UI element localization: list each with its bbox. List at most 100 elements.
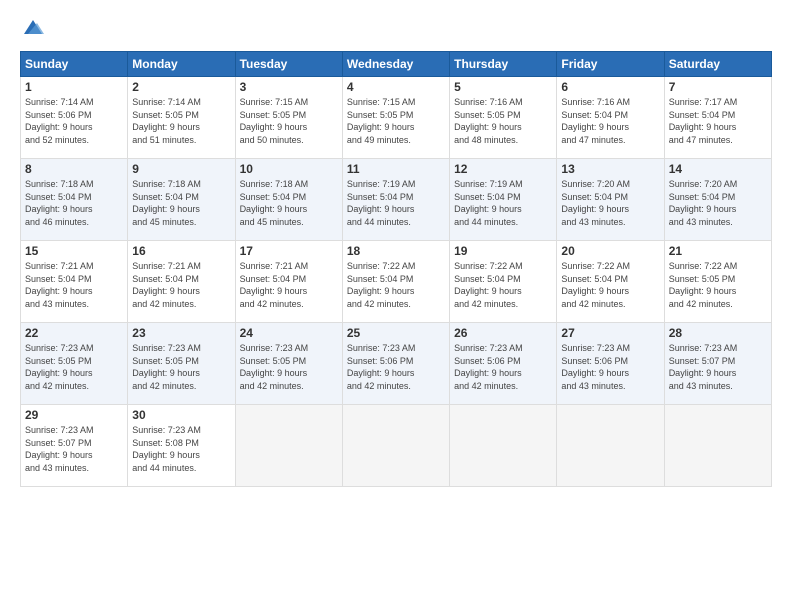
day-number: 13 bbox=[561, 162, 659, 176]
weekday-header-friday: Friday bbox=[557, 52, 664, 77]
weekday-header-wednesday: Wednesday bbox=[342, 52, 449, 77]
header bbox=[20, 16, 772, 43]
day-info: Sunrise: 7:22 AMSunset: 5:05 PMDaylight:… bbox=[669, 260, 767, 310]
calendar-cell: 11 Sunrise: 7:19 AMSunset: 5:04 PMDayligh… bbox=[342, 159, 449, 241]
day-info: Sunrise: 7:14 AMSunset: 5:05 PMDaylight:… bbox=[132, 96, 230, 146]
day-info: Sunrise: 7:23 AMSunset: 5:05 PMDaylight:… bbox=[240, 342, 338, 392]
day-number: 6 bbox=[561, 80, 659, 94]
day-info: Sunrise: 7:21 AMSunset: 5:04 PMDaylight:… bbox=[240, 260, 338, 310]
day-number: 12 bbox=[454, 162, 552, 176]
calendar-cell: 2 Sunrise: 7:14 AMSunset: 5:05 PMDaylight… bbox=[128, 77, 235, 159]
calendar-cell: 7 Sunrise: 7:17 AMSunset: 5:04 PMDaylight… bbox=[664, 77, 771, 159]
calendar-cell: 19 Sunrise: 7:22 AMSunset: 5:04 PMDayligh… bbox=[450, 241, 557, 323]
day-info: Sunrise: 7:23 AMSunset: 5:05 PMDaylight:… bbox=[132, 342, 230, 392]
day-number: 24 bbox=[240, 326, 338, 340]
week-row-5: 29 Sunrise: 7:23 AMSunset: 5:07 PMDayligh… bbox=[21, 405, 772, 487]
day-number: 10 bbox=[240, 162, 338, 176]
weekday-header-tuesday: Tuesday bbox=[235, 52, 342, 77]
day-info: Sunrise: 7:20 AMSunset: 5:04 PMDaylight:… bbox=[669, 178, 767, 228]
day-number: 30 bbox=[132, 408, 230, 422]
calendar-cell: 22 Sunrise: 7:23 AMSunset: 5:05 PMDayligh… bbox=[21, 323, 128, 405]
day-info: Sunrise: 7:22 AMSunset: 5:04 PMDaylight:… bbox=[347, 260, 445, 310]
calendar-cell: 20Sunrise: 7:22 AMSunset: 5:04 PMDayligh… bbox=[557, 241, 664, 323]
calendar-cell bbox=[342, 405, 449, 487]
day-number: 28 bbox=[669, 326, 767, 340]
day-info: Sunrise: 7:20 AMSunset: 5:04 PMDaylight:… bbox=[561, 178, 659, 228]
logo-icon bbox=[22, 16, 44, 38]
day-number: 20 bbox=[561, 244, 659, 258]
calendar-cell: 8 Sunrise: 7:18 AMSunset: 5:04 PMDaylight… bbox=[21, 159, 128, 241]
calendar-cell: 25Sunrise: 7:23 AMSunset: 5:06 PMDayligh… bbox=[342, 323, 449, 405]
week-row-2: 8 Sunrise: 7:18 AMSunset: 5:04 PMDaylight… bbox=[21, 159, 772, 241]
calendar-cell: 23 Sunrise: 7:23 AMSunset: 5:05 PMDayligh… bbox=[128, 323, 235, 405]
logo-text bbox=[20, 16, 44, 43]
day-info: Sunrise: 7:23 AMSunset: 5:07 PMDaylight:… bbox=[25, 424, 123, 474]
day-info: Sunrise: 7:22 AMSunset: 5:04 PMDaylight:… bbox=[454, 260, 552, 310]
day-number: 29 bbox=[25, 408, 123, 422]
calendar-cell: 14 Sunrise: 7:20 AMSunset: 5:04 PMDayligh… bbox=[664, 159, 771, 241]
day-info: Sunrise: 7:16 AMSunset: 5:05 PMDaylight:… bbox=[454, 96, 552, 146]
week-row-1: 1 Sunrise: 7:14 AMSunset: 5:06 PMDaylight… bbox=[21, 77, 772, 159]
day-number: 16 bbox=[132, 244, 230, 258]
day-number: 17 bbox=[240, 244, 338, 258]
calendar-cell: 5 Sunrise: 7:16 AMSunset: 5:05 PMDaylight… bbox=[450, 77, 557, 159]
calendar-cell: 10 Sunrise: 7:18 AMSunset: 5:04 PMDayligh… bbox=[235, 159, 342, 241]
day-number: 3 bbox=[240, 80, 338, 94]
day-number: 15 bbox=[25, 244, 123, 258]
calendar-cell: 13 Sunrise: 7:20 AMSunset: 5:04 PMDayligh… bbox=[557, 159, 664, 241]
calendar-cell bbox=[664, 405, 771, 487]
day-info: Sunrise: 7:18 AMSunset: 5:04 PMDaylight:… bbox=[240, 178, 338, 228]
day-info: Sunrise: 7:23 AMSunset: 5:05 PMDaylight:… bbox=[25, 342, 123, 392]
logo bbox=[20, 16, 44, 43]
week-row-4: 22 Sunrise: 7:23 AMSunset: 5:05 PMDayligh… bbox=[21, 323, 772, 405]
day-number: 22 bbox=[25, 326, 123, 340]
day-number: 23 bbox=[132, 326, 230, 340]
calendar-cell bbox=[235, 405, 342, 487]
calendar-cell: 27Sunrise: 7:23 AMSunset: 5:06 PMDayligh… bbox=[557, 323, 664, 405]
day-info: Sunrise: 7:18 AMSunset: 5:04 PMDaylight:… bbox=[25, 178, 123, 228]
weekday-header-thursday: Thursday bbox=[450, 52, 557, 77]
day-info: Sunrise: 7:18 AMSunset: 5:04 PMDaylight:… bbox=[132, 178, 230, 228]
day-info: Sunrise: 7:21 AMSunset: 5:04 PMDaylight:… bbox=[25, 260, 123, 310]
weekday-header-row: SundayMondayTuesdayWednesdayThursdayFrid… bbox=[21, 52, 772, 77]
calendar-cell: 29 Sunrise: 7:23 AMSunset: 5:07 PMDayligh… bbox=[21, 405, 128, 487]
calendar-table: SundayMondayTuesdayWednesdayThursdayFrid… bbox=[20, 51, 772, 487]
day-number: 27 bbox=[561, 326, 659, 340]
calendar-cell: 9 Sunrise: 7:18 AMSunset: 5:04 PMDaylight… bbox=[128, 159, 235, 241]
weekday-header-sunday: Sunday bbox=[21, 52, 128, 77]
calendar-cell: 21 Sunrise: 7:22 AMSunset: 5:05 PMDayligh… bbox=[664, 241, 771, 323]
day-info: Sunrise: 7:17 AMSunset: 5:04 PMDaylight:… bbox=[669, 96, 767, 146]
day-info: Sunrise: 7:14 AMSunset: 5:06 PMDaylight:… bbox=[25, 96, 123, 146]
day-number: 7 bbox=[669, 80, 767, 94]
day-info: Sunrise: 7:15 AMSunset: 5:05 PMDaylight:… bbox=[240, 96, 338, 146]
day-number: 19 bbox=[454, 244, 552, 258]
day-number: 4 bbox=[347, 80, 445, 94]
calendar-cell bbox=[557, 405, 664, 487]
day-number: 2 bbox=[132, 80, 230, 94]
day-number: 26 bbox=[454, 326, 552, 340]
day-number: 9 bbox=[132, 162, 230, 176]
calendar-cell: 15 Sunrise: 7:21 AMSunset: 5:04 PMDayligh… bbox=[21, 241, 128, 323]
calendar-cell: 18 Sunrise: 7:22 AMSunset: 5:04 PMDayligh… bbox=[342, 241, 449, 323]
day-number: 1 bbox=[25, 80, 123, 94]
day-number: 8 bbox=[25, 162, 123, 176]
day-number: 21 bbox=[669, 244, 767, 258]
page: SundayMondayTuesdayWednesdayThursdayFrid… bbox=[0, 0, 792, 612]
day-info: Sunrise: 7:23 AMSunset: 5:06 PMDaylight:… bbox=[454, 342, 552, 392]
calendar-cell bbox=[450, 405, 557, 487]
calendar-cell: 28Sunrise: 7:23 AMSunset: 5:07 PMDayligh… bbox=[664, 323, 771, 405]
day-info: Sunrise: 7:21 AMSunset: 5:04 PMDaylight:… bbox=[132, 260, 230, 310]
calendar-cell: 30Sunrise: 7:23 AMSunset: 5:08 PMDayligh… bbox=[128, 405, 235, 487]
day-number: 5 bbox=[454, 80, 552, 94]
day-info: Sunrise: 7:19 AMSunset: 5:04 PMDaylight:… bbox=[347, 178, 445, 228]
day-info: Sunrise: 7:15 AMSunset: 5:05 PMDaylight:… bbox=[347, 96, 445, 146]
day-number: 18 bbox=[347, 244, 445, 258]
day-info: Sunrise: 7:19 AMSunset: 5:04 PMDaylight:… bbox=[454, 178, 552, 228]
weekday-header-saturday: Saturday bbox=[664, 52, 771, 77]
day-number: 14 bbox=[669, 162, 767, 176]
calendar-cell: 1 Sunrise: 7:14 AMSunset: 5:06 PMDaylight… bbox=[21, 77, 128, 159]
weekday-header-monday: Monday bbox=[128, 52, 235, 77]
day-number: 11 bbox=[347, 162, 445, 176]
calendar-cell: 3 Sunrise: 7:15 AMSunset: 5:05 PMDaylight… bbox=[235, 77, 342, 159]
week-row-3: 15 Sunrise: 7:21 AMSunset: 5:04 PMDayligh… bbox=[21, 241, 772, 323]
